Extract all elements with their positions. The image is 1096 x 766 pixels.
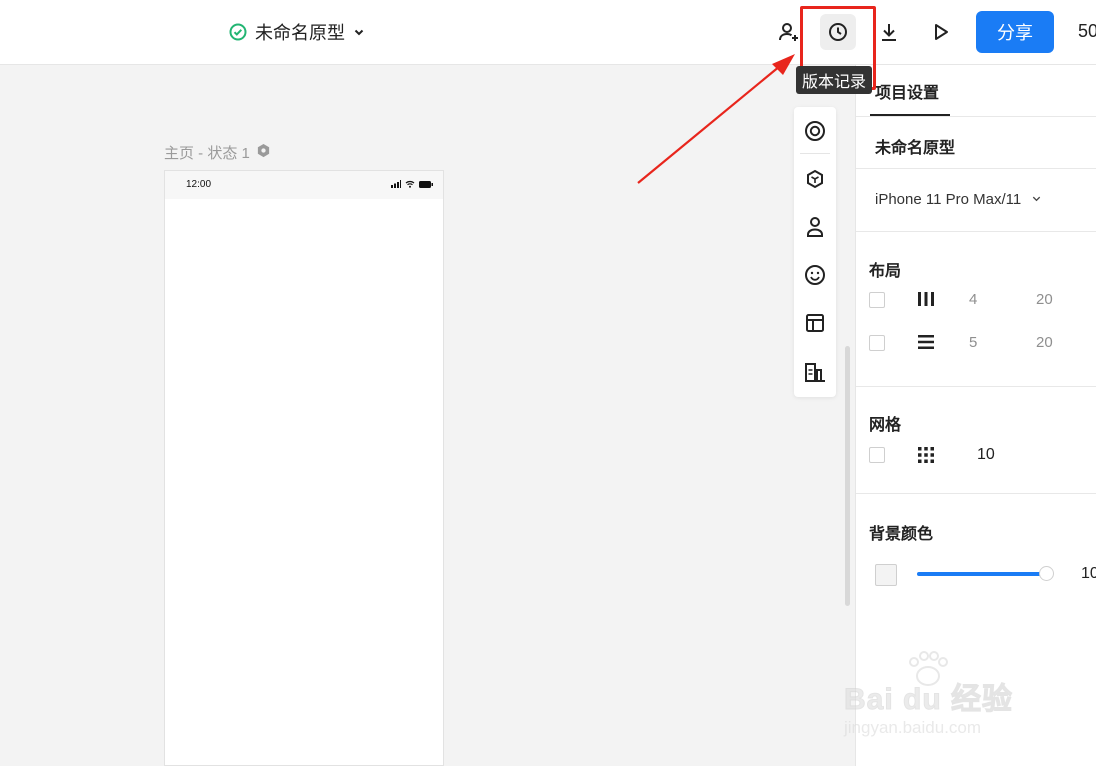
frame-label-text: 主页 - 状态 1 [164, 145, 250, 162]
background-section-title: 背景颜色 [869, 526, 934, 543]
chart-icon[interactable] [803, 360, 827, 384]
opacity-value[interactable]: 10 [1081, 565, 1096, 583]
columns-count[interactable]: 4 [969, 291, 977, 308]
settings-hex-icon[interactable] [256, 143, 271, 162]
grid-checkbox[interactable] [869, 447, 885, 463]
battery-icon [419, 180, 433, 188]
opacity-slider-thumb[interactable] [1039, 566, 1054, 581]
device-select-value: iPhone 11 Pro Max/11 [875, 191, 1022, 208]
saved-check-icon [229, 23, 247, 41]
layout-section-title: 布局 [869, 263, 902, 280]
status-time: 12:00 [186, 179, 212, 190]
top-bar: 未命名原型 分享 50 [0, 0, 1096, 65]
watermark-brand: Bai du 经验 [843, 683, 1014, 717]
divider [856, 231, 1096, 232]
wifi-icon [405, 180, 415, 188]
user-icon[interactable] [803, 215, 827, 239]
divider [856, 493, 1096, 494]
divider [856, 116, 1096, 117]
side-toolbar [794, 107, 836, 397]
grid-dots-icon [917, 446, 935, 469]
phone-frame[interactable]: 12:00 [164, 170, 444, 766]
frame-label[interactable]: 主页 - 状态 1 [164, 142, 271, 163]
grid-row: 10 [869, 445, 1089, 465]
grid-section-title: 网格 [869, 417, 902, 434]
grid-size[interactable]: 10 [977, 446, 995, 464]
layout-columns-row: 4 20 [869, 290, 1089, 310]
zoom-level[interactable]: 50 [1078, 21, 1096, 42]
panel-project-name[interactable]: 未命名原型 [875, 134, 955, 158]
component-icon[interactable] [803, 167, 827, 191]
opacity-slider-track[interactable] [917, 572, 1047, 576]
columns-icon [917, 291, 935, 312]
status-icons [391, 180, 433, 188]
watermark-url: jingyan.baidu.com [844, 718, 982, 737]
rows-icon [917, 334, 935, 355]
play-icon[interactable] [923, 14, 959, 50]
layout-rows-row: 5 20 [869, 333, 1089, 353]
status-bar: 12:00 [165, 171, 443, 199]
version-history-icon[interactable] [820, 14, 856, 50]
tab-project-settings[interactable]: 项目设置 [875, 79, 939, 103]
layout-icon[interactable] [803, 311, 827, 335]
rows-count[interactable]: 5 [969, 334, 977, 351]
chevron-down-icon [1031, 191, 1042, 208]
add-collaborator-icon[interactable] [771, 14, 807, 50]
divider [856, 386, 1096, 387]
project-title-dropdown[interactable]: 未命名原型 [229, 20, 365, 44]
baidu-watermark: Bai du 经验 jingyan.baidu.com [840, 648, 1040, 744]
rows-gutter[interactable]: 20 [1036, 334, 1053, 351]
columns-checkbox[interactable] [869, 292, 885, 308]
rows-checkbox[interactable] [869, 335, 885, 351]
project-title-text: 未命名原型 [255, 23, 345, 43]
signal-icon [391, 180, 401, 188]
download-icon[interactable] [871, 14, 907, 50]
canvas-scrollbar[interactable] [845, 346, 850, 606]
version-history-tooltip: 版本记录 [796, 66, 873, 94]
divider [856, 168, 1096, 169]
target-icon[interactable] [803, 119, 827, 143]
columns-gutter[interactable]: 20 [1036, 291, 1053, 308]
device-select[interactable]: iPhone 11 Pro Max/11 [875, 191, 1042, 208]
chevron-down-icon [353, 26, 365, 38]
emoji-icon[interactable] [803, 263, 827, 287]
divider [800, 153, 830, 154]
background-color-swatch[interactable] [875, 564, 897, 586]
share-button[interactable]: 分享 [976, 11, 1054, 53]
